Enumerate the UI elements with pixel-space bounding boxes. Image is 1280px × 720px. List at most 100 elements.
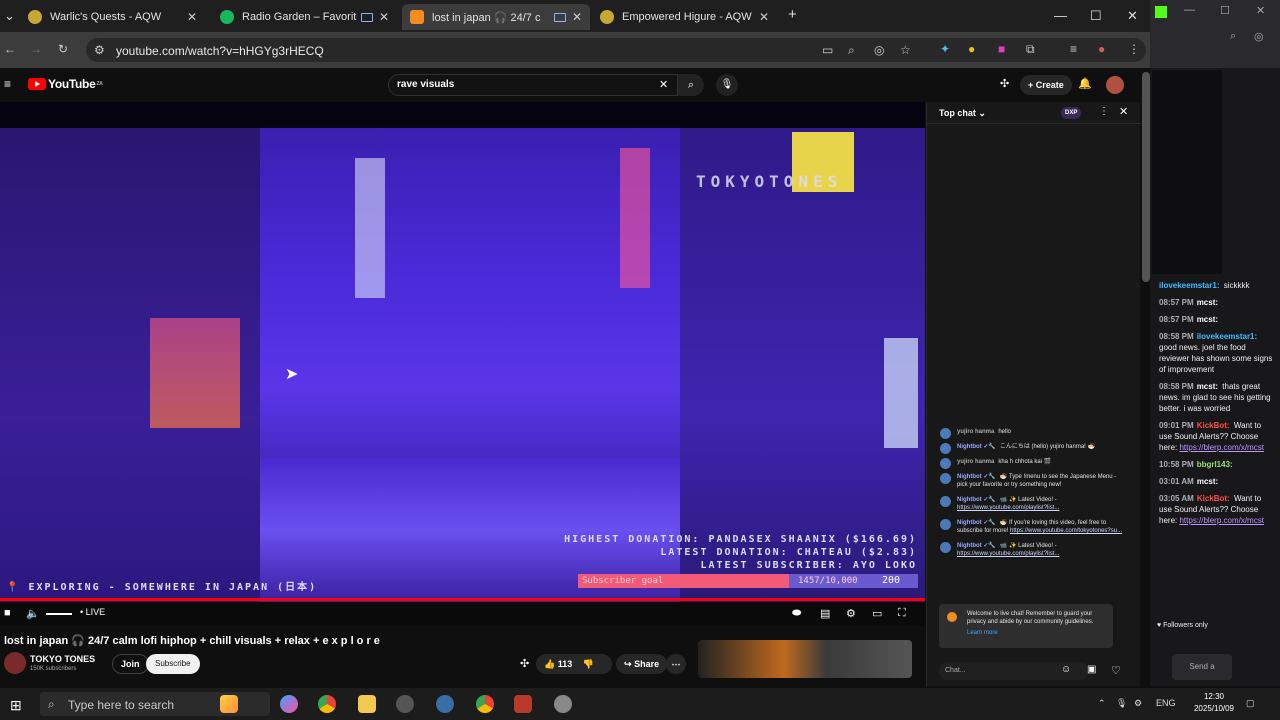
chat-link[interactable]: https://www.youtube.com/playlist?list...	[957, 551, 1059, 557]
tab-empowered-higure[interactable]: Empowered Higure - AQW ✕	[592, 4, 777, 30]
tab-lost-in-japan[interactable]: lost in japan 🎧 24/7 c ✕	[402, 4, 590, 30]
search-button[interactable]: ⌕	[678, 74, 704, 96]
extension-icon[interactable]: ●	[968, 42, 975, 56]
chat-author-avatar[interactable]	[940, 458, 951, 469]
theater-mode-icon[interactable]: ▭	[872, 607, 882, 620]
twitch-username[interactable]: mcst:	[1197, 477, 1218, 486]
learn-more-link[interactable]: Learn more	[967, 629, 1107, 637]
close-icon[interactable]: ✕	[572, 10, 582, 24]
stop-icon[interactable]: ■	[4, 607, 11, 619]
youtube-logo[interactable]: YouTube ZA	[28, 77, 103, 91]
new-tab-icon[interactable]: +	[788, 6, 797, 23]
back-icon[interactable]: ←	[4, 42, 16, 56]
autoplay-toggle-icon[interactable]: ⬬	[792, 607, 801, 620]
twitch-link[interactable]: https://blerp.com/x/mcst	[1179, 516, 1263, 525]
chat-author-avatar[interactable]	[940, 428, 951, 439]
chat-author[interactable]: Nightbot ✓🔧	[957, 520, 996, 526]
volume-slider[interactable]	[46, 613, 72, 615]
recommended-thumbnail[interactable]	[698, 640, 912, 678]
live-indicator[interactable]: • LIVE	[80, 607, 105, 617]
twitch-username[interactable]: ilovekeemstar1:	[1197, 332, 1257, 341]
settings-gear-icon[interactable]: ⚙	[846, 607, 856, 620]
channel-name[interactable]: TOKYO TONES	[30, 654, 95, 664]
twitch-username[interactable]: mcst:	[1197, 298, 1218, 307]
tray-chevron-icon[interactable]: ⌃	[1098, 698, 1106, 709]
hide-icon[interactable]: ◎	[1254, 30, 1264, 43]
mic-tray-icon[interactable]: 🎙	[1116, 698, 1127, 709]
chat-author[interactable]: yujiro hanma	[957, 459, 994, 465]
app-icon[interactable]	[436, 695, 454, 713]
volume-icon[interactable]: 🔈	[26, 607, 40, 620]
windows-start-icon[interactable]: ⊞	[10, 697, 22, 714]
cast-icon[interactable]: ▭	[822, 43, 833, 57]
zoom-icon[interactable]: ⌕	[848, 43, 855, 58]
notification-icon[interactable]: ▢	[1246, 698, 1255, 709]
extension-puzzle-icon[interactable]: ✣	[1000, 77, 1009, 90]
voice-search-button[interactable]: 🎙	[716, 74, 738, 96]
extension-icon[interactable]: ■	[998, 42, 1005, 56]
extensions-puzzle-icon[interactable]: ⧉	[1026, 42, 1035, 57]
media-control-icon[interactable]: ≡	[1070, 42, 1077, 56]
close-window-icon[interactable]: ✕	[1127, 8, 1138, 24]
thumbs-down-icon[interactable]: 👎	[583, 659, 594, 669]
join-button[interactable]: Join	[112, 654, 149, 674]
close-icon[interactable]: ✕	[379, 10, 389, 24]
profile-avatar-icon[interactable]: ●	[1098, 42, 1105, 56]
twitch-username[interactable]: KickBot:	[1197, 421, 1230, 430]
close-window-icon[interactable]: ✕	[1256, 4, 1265, 17]
top-chat-dropdown[interactable]: Top chat ⌄	[939, 108, 986, 119]
copilot-sparkle-icon[interactable]	[220, 695, 238, 713]
chat-author[interactable]: yujiro hanma	[957, 429, 994, 435]
app-icon[interactable]	[396, 695, 414, 713]
search-input[interactable]	[397, 79, 647, 90]
more-actions-button[interactable]: ⋯	[666, 654, 686, 674]
file-explorer-icon[interactable]	[358, 695, 376, 713]
chat-link[interactable]: https://www.youtube.com/tokyotones?su...	[1010, 528, 1122, 534]
chat-author[interactable]: Nightbot ✓🔧	[957, 444, 996, 450]
tab-search-icon[interactable]: ⌄	[4, 8, 15, 24]
language-indicator[interactable]: ENG	[1156, 698, 1176, 708]
fullscreen-icon[interactable]: ⛶	[898, 607, 906, 620]
chat-author-avatar[interactable]	[940, 473, 951, 484]
chat-author-avatar[interactable]	[940, 542, 951, 553]
maximize-icon[interactable]: ☐	[1220, 4, 1230, 17]
twitch-link[interactable]: https://blerp.com/x/mcst	[1179, 443, 1263, 452]
heart-icon[interactable]: ♡	[1111, 664, 1121, 677]
video-player[interactable]: TOKYOTONES HIGHEST DONATION: PANDASEX SH…	[0, 102, 925, 602]
site-info-icon[interactable]: ⚙	[94, 43, 105, 57]
minimize-icon[interactable]: —	[1184, 4, 1195, 16]
tab-warlics-quests[interactable]: Warlic's Quests - AQW ✕	[20, 4, 205, 30]
chrome-icon[interactable]	[476, 695, 494, 713]
extension-icon[interactable]: ✣	[520, 657, 529, 670]
close-chat-icon[interactable]: ✕	[1119, 105, 1128, 118]
address-bar[interactable]: ⚙ youtube.com/watch?v=hHGYg3rHECQ ▭ ⌕ ◎ …	[86, 38, 1146, 62]
emoji-icon[interactable]: ☺	[1061, 664, 1071, 675]
game-icon[interactable]	[514, 695, 532, 713]
hamburger-menu-icon[interactable]: ≡	[4, 77, 11, 91]
clear-search-icon[interactable]: ✕	[659, 78, 668, 91]
chat-author-avatar[interactable]	[940, 496, 951, 507]
maximize-icon[interactable]: ☐	[1090, 8, 1102, 24]
search-icon[interactable]: ⌕	[1230, 30, 1236, 43]
twitch-username[interactable]: ilovekeemstar1:	[1159, 281, 1219, 290]
extension-icon[interactable]: ✦	[940, 42, 950, 56]
chat-author[interactable]: Nightbot ✓🔧	[957, 543, 996, 549]
chat-author[interactable]: Nightbot ✓🔧	[957, 497, 996, 503]
subscribe-button[interactable]: Subscribe	[146, 654, 200, 674]
menu-kebab-icon[interactable]: ⋮	[1128, 42, 1140, 56]
twitch-username[interactable]: mcst:	[1197, 382, 1218, 391]
share-button[interactable]: ↪ Share	[616, 654, 668, 674]
twitch-username[interactable]: mcst:	[1197, 315, 1218, 324]
network-icon[interactable]: ⚙	[1134, 698, 1142, 709]
bookmark-star-icon[interactable]: ☆	[900, 43, 911, 57]
close-icon[interactable]: ✕	[759, 10, 769, 24]
dxp-badge[interactable]: DXP	[1061, 107, 1082, 119]
tracking-off-icon[interactable]: ◎	[874, 43, 884, 57]
copilot-icon[interactable]	[280, 695, 298, 713]
app-icon[interactable]	[554, 695, 572, 713]
twitch-username[interactable]: bbgrl143:	[1197, 460, 1233, 469]
channel-avatar[interactable]	[4, 652, 26, 674]
chat-author-avatar[interactable]	[940, 519, 951, 530]
subtitles-icon[interactable]: ▤	[820, 607, 830, 620]
minimize-icon[interactable]: —	[1054, 8, 1067, 23]
